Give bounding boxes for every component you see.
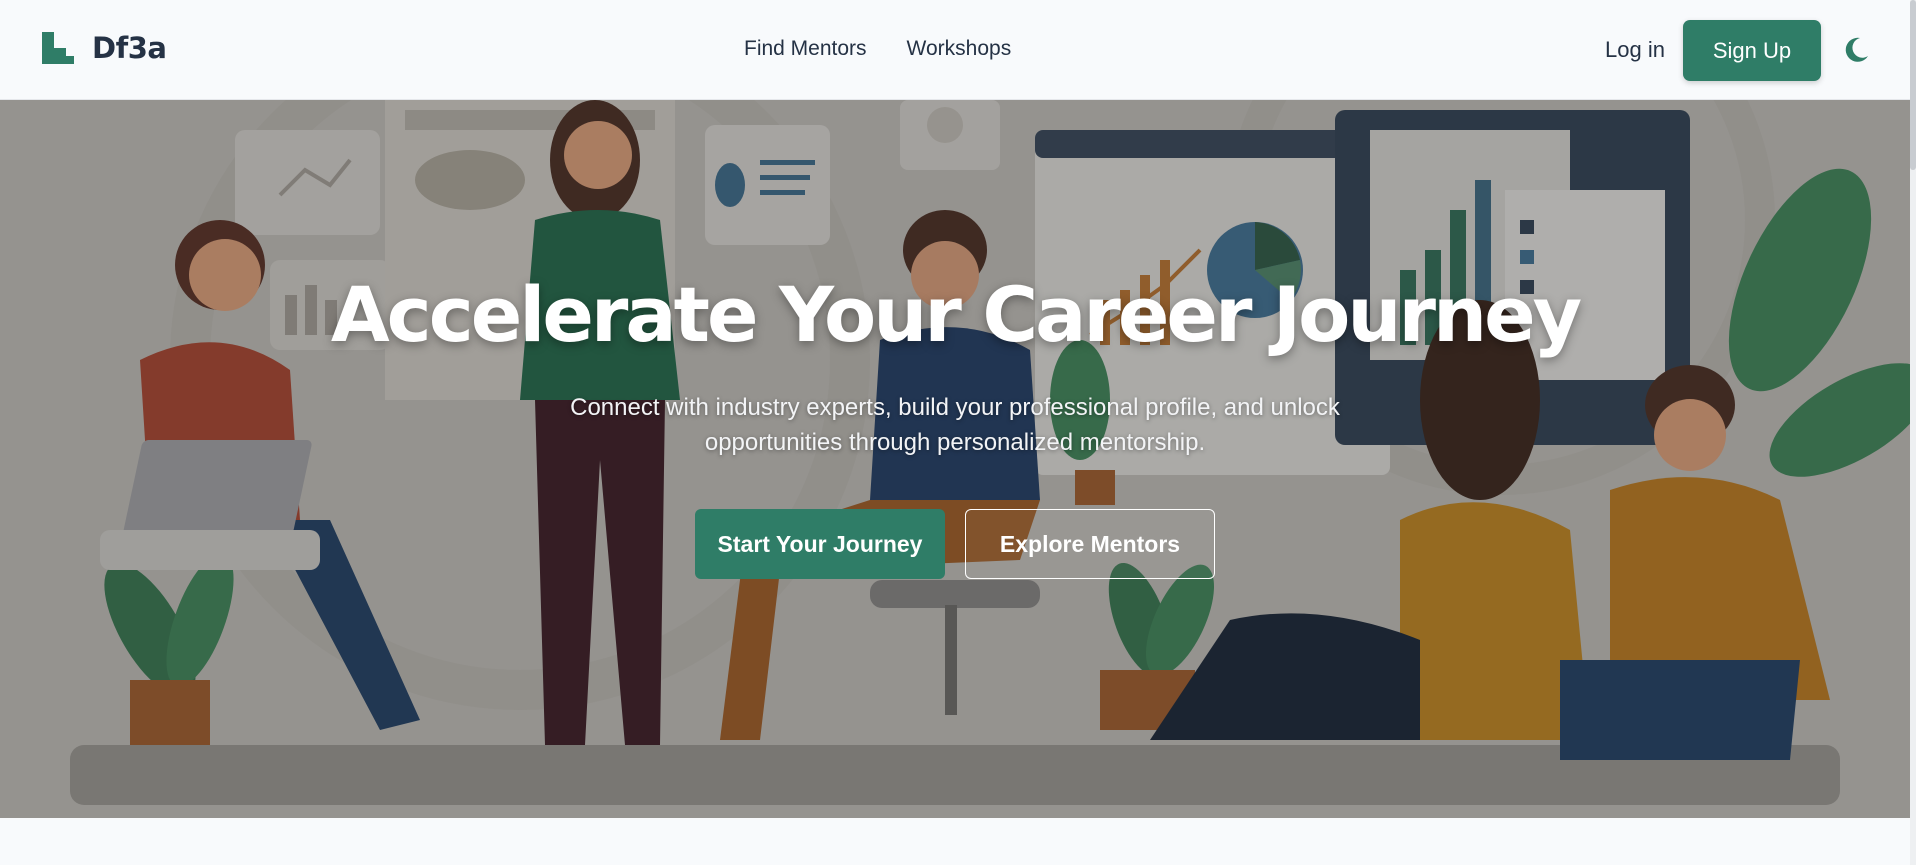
hero-title: Accelerate Your Career Journey [330, 270, 1582, 359]
hero-section: Accelerate Your Career Journey Connect w… [0, 100, 1910, 818]
hero-subtitle: Connect with industry experts, build you… [570, 394, 1340, 456]
nav-link-workshops[interactable]: Workshops [907, 37, 1012, 61]
nav-link-find-mentors[interactable]: Find Mentors [744, 37, 867, 61]
explore-mentors-button[interactable]: Explore Mentors [965, 509, 1215, 579]
steps-logo-icon [40, 30, 76, 66]
signup-button[interactable]: Sign Up [1683, 20, 1821, 81]
login-link[interactable]: Log in [1605, 37, 1665, 63]
page-scrollbar[interactable] [1910, 0, 1916, 865]
start-journey-button[interactable]: Start Your Journey [695, 509, 945, 579]
hero-content: Accelerate Your Career Journey Connect w… [0, 100, 1910, 818]
top-navbar: Df3a Find Mentors Workshops Log in Sign … [0, 0, 1910, 100]
main-nav: Find Mentors Workshops [744, 37, 1011, 61]
next-section [0, 818, 1910, 865]
moon-icon[interactable] [1840, 34, 1872, 66]
brand[interactable]: Df3a [40, 30, 167, 66]
scrollbar-thumb[interactable] [1910, 0, 1916, 170]
brand-name: Df3a [92, 31, 167, 65]
